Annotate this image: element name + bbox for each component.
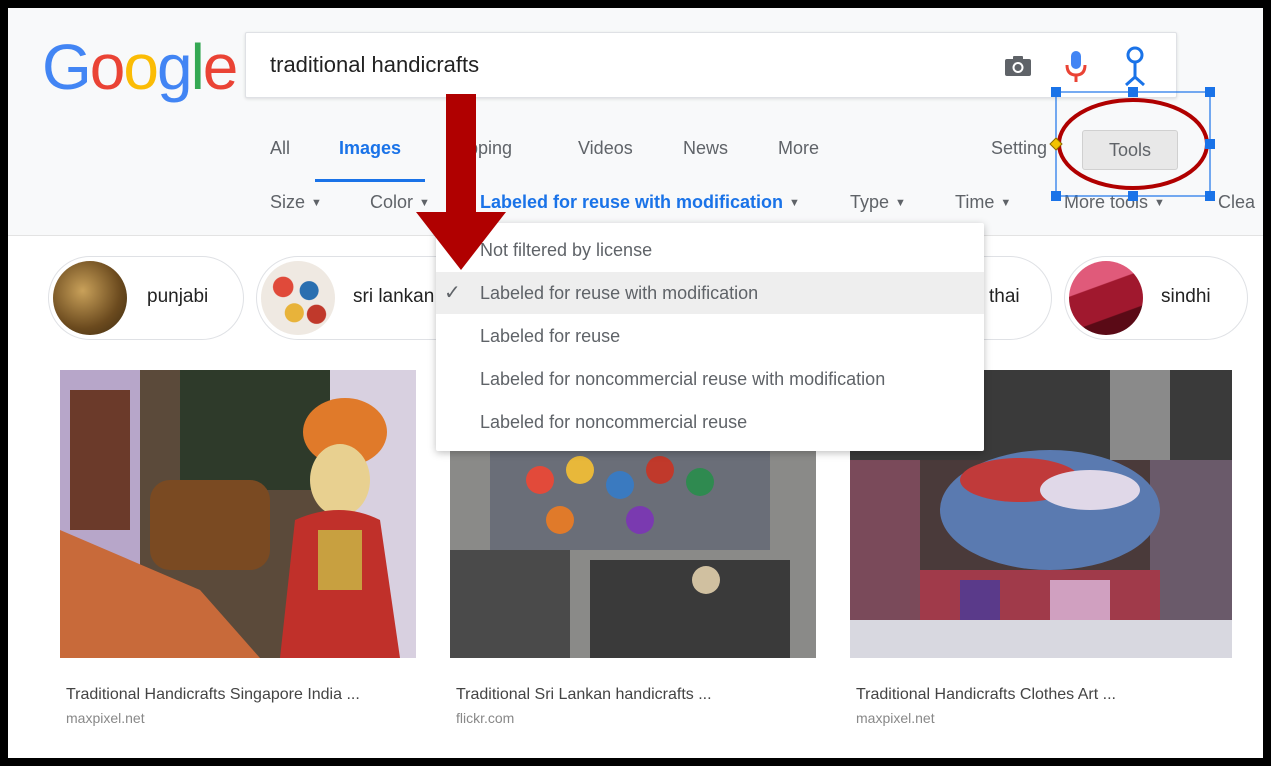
result-source: maxpixel.net xyxy=(856,710,935,726)
logo-letter: o xyxy=(89,31,126,103)
settings-link[interactable]: Setting xyxy=(991,138,1047,159)
logo-letter: o xyxy=(123,31,159,103)
tab-more[interactable]: More xyxy=(778,138,819,159)
result-thumbnail[interactable] xyxy=(60,370,416,658)
tab-videos[interactable]: Videos xyxy=(578,138,633,159)
result-source: flickr.com xyxy=(456,710,515,726)
filter-size[interactable]: Size ▼ xyxy=(270,192,322,213)
menu-item-reuse-with-modification[interactable]: ✓ Labeled for reuse with modification xyxy=(436,272,984,314)
annotation-arrow-icon xyxy=(416,94,506,270)
result-title[interactable]: Traditional Sri Lankan handicrafts ... xyxy=(456,686,712,704)
microphone-icon[interactable] xyxy=(1064,49,1088,85)
menu-item-reuse[interactable]: Labeled for reuse xyxy=(436,315,984,357)
annotation-ellipse-icon xyxy=(1049,87,1215,201)
menu-item-noncommercial[interactable]: Labeled for noncommercial reuse xyxy=(436,401,984,443)
tab-all[interactable]: All xyxy=(270,138,290,159)
filter-label: Color xyxy=(370,192,414,212)
result-title[interactable]: Traditional Handicrafts Singapore India … xyxy=(66,686,360,704)
chip-thumbnail xyxy=(261,261,335,335)
chip-sindhi[interactable]: sindhi xyxy=(1064,256,1248,340)
logo-letter: G xyxy=(42,31,92,103)
filter-time[interactable]: Time ▼ xyxy=(955,192,1011,213)
usage-rights-dropdown: Not filtered by license ✓ Labeled for re… xyxy=(436,223,984,451)
result-title[interactable]: Traditional Handicrafts Clothes Art ... xyxy=(856,686,1116,704)
clear-link[interactable]: Clea xyxy=(1218,192,1255,213)
logo-letter: l xyxy=(190,31,205,103)
chip-thumbnail xyxy=(53,261,127,335)
menu-item-label: Labeled for reuse with modification xyxy=(480,283,759,303)
search-lens-icon[interactable] xyxy=(1118,45,1152,89)
filter-type[interactable]: Type ▼ xyxy=(850,192,906,213)
chip-label: thai xyxy=(989,286,1020,307)
filter-usage-rights[interactable]: Labeled for reuse with modification ▼ xyxy=(480,192,800,213)
chip-thumbnail xyxy=(1069,261,1143,335)
screenshot-frame: Google traditional handicrafts All Image… xyxy=(0,0,1271,766)
caret-down-icon: ▼ xyxy=(895,197,906,209)
active-tab-indicator xyxy=(315,179,425,182)
filter-label: Labeled for reuse with modification xyxy=(480,192,784,212)
filter-label: Size xyxy=(270,192,306,212)
menu-item-label: Labeled for noncommercial reuse xyxy=(480,412,748,432)
chip-label: sri lankan xyxy=(353,286,435,307)
chip-label: punjabi xyxy=(147,286,209,307)
caret-down-icon: ▼ xyxy=(789,197,800,209)
menu-item-label: Labeled for reuse xyxy=(480,326,621,346)
search-input[interactable]: traditional handicrafts xyxy=(270,52,479,78)
chip-punjabi[interactable]: punjabi xyxy=(48,256,244,340)
caret-down-icon: ▼ xyxy=(1000,197,1012,209)
tab-news[interactable]: News xyxy=(683,138,728,159)
chip-label: sindhi xyxy=(1161,286,1211,307)
google-logo[interactable]: Google xyxy=(42,30,239,104)
menu-item-noncommercial-modification[interactable]: Labeled for noncommercial reuse with mod… xyxy=(436,358,984,400)
logo-letter: e xyxy=(202,31,239,103)
menu-item-not-filtered[interactable]: Not filtered by license xyxy=(436,229,984,271)
menu-item-label: Labeled for noncommercial reuse with mod… xyxy=(480,369,886,389)
logo-letter: g xyxy=(156,31,193,103)
caret-down-icon: ▼ xyxy=(311,197,322,209)
result-source: maxpixel.net xyxy=(66,710,145,726)
tab-images[interactable]: Images xyxy=(339,138,401,159)
camera-icon[interactable] xyxy=(1004,55,1032,77)
search-box[interactable]: traditional handicrafts xyxy=(245,32,1177,98)
filter-label: Time xyxy=(955,192,995,212)
filter-label: Type xyxy=(850,192,890,212)
checkmark-icon: ✓ xyxy=(444,282,461,304)
